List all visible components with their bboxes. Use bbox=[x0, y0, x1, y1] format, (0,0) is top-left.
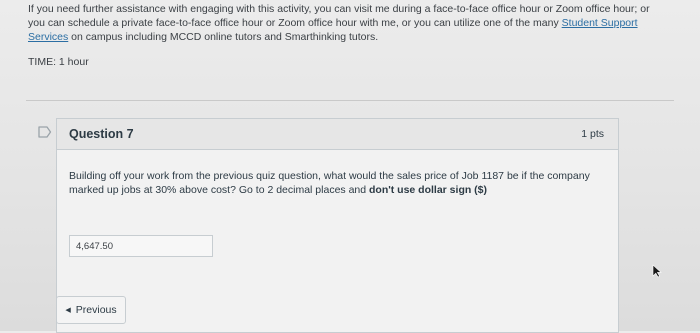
question-header: Question 7 1 pts bbox=[57, 119, 618, 150]
question-title: Question 7 bbox=[69, 127, 134, 141]
instructions-paragraph: If you need further assistance with enga… bbox=[28, 2, 658, 44]
question-points: 1 pts bbox=[581, 128, 604, 140]
question-card: Question 7 1 pts Building off your work … bbox=[56, 118, 619, 333]
answer-input[interactable] bbox=[69, 235, 213, 257]
previous-button[interactable]: ◀ Previous bbox=[56, 296, 126, 324]
flag-icon[interactable] bbox=[38, 126, 52, 138]
section-divider bbox=[26, 100, 674, 101]
previous-button-label: Previous bbox=[75, 304, 117, 316]
time-limit: TIME: 1 hour bbox=[28, 56, 89, 68]
chevron-left-icon: ◀ bbox=[65, 307, 71, 314]
question-prompt-emphasis: don't use dollar sign ($) bbox=[369, 184, 488, 196]
mouse-cursor-icon bbox=[652, 264, 662, 278]
question-text: Building off your work from the previous… bbox=[69, 169, 609, 197]
instructions-text: If you need further assistance with enga… bbox=[28, 3, 650, 29]
instructions-text-tail: on campus including MCCD online tutors a… bbox=[68, 31, 379, 43]
question-prompt: Building off your work from the previous… bbox=[69, 170, 590, 196]
